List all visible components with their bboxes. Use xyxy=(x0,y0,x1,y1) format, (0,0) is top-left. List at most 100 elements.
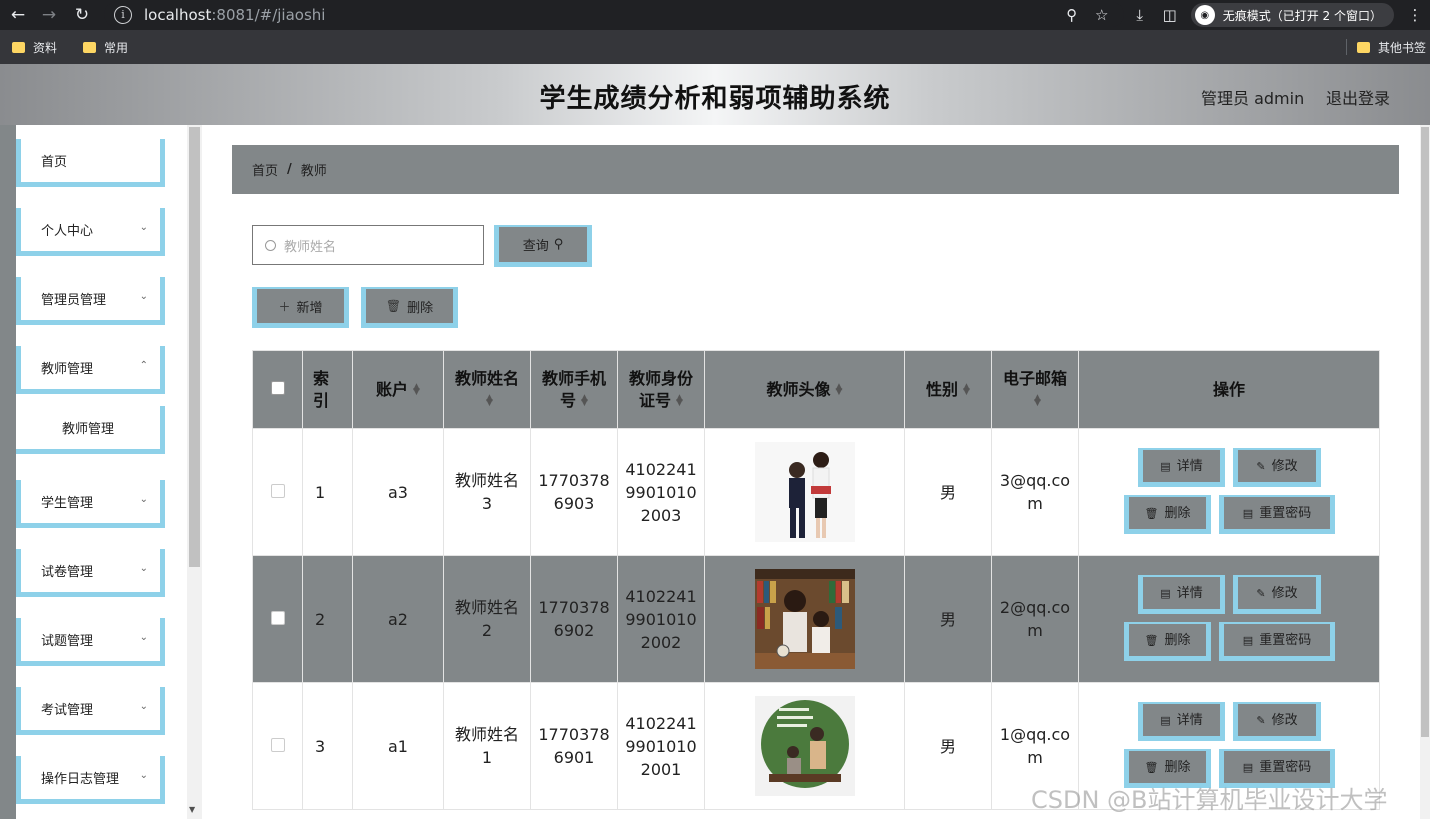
sort-icon[interactable]: ▲ ▼ xyxy=(413,383,420,397)
cell-phone: 17703786903 xyxy=(530,428,618,556)
teacher-avatar-image xyxy=(754,569,855,669)
search-input[interactable]: 教师姓名 xyxy=(252,225,484,265)
sort-icon[interactable]: ▲ ▼ xyxy=(1034,394,1041,408)
row-checkbox[interactable] xyxy=(270,483,285,498)
app-header: 学生成绩分析和弱项辅助系统 管理员 admin 退出登录 xyxy=(0,64,1430,125)
teacher-table: 索引 账户 ▲ ▼ 教师姓名 ▲ ▼ 教师手机号 ▲ ▼ 教师身份证号 ▲ ▼ 教师头像 ▲ ▼ 性… xyxy=(252,350,1380,810)
col-idcard[interactable]: 教师身份证号 ▲ ▼ xyxy=(617,350,705,429)
col-actions: 操作 xyxy=(1078,350,1380,429)
col-account[interactable]: 账户 ▲ ▼ xyxy=(352,350,444,429)
sidebar-item-home[interactable]: 首页 xyxy=(16,139,165,187)
detail-button[interactable]: ▤ 详情 xyxy=(1138,448,1225,487)
sidebar-item-students[interactable]: 学生管理 ⌄ xyxy=(16,480,165,528)
edit-button[interactable]: ✎ 修改 xyxy=(1233,575,1321,614)
breadcrumb-home[interactable]: 首页 xyxy=(252,160,278,179)
sort-icon[interactable]: ▲ ▼ xyxy=(836,383,843,397)
select-all-checkbox[interactable] xyxy=(270,380,285,395)
folder-icon xyxy=(12,41,25,53)
back-icon[interactable]: ← xyxy=(3,0,33,30)
detail-button[interactable]: ▤ 详情 xyxy=(1138,575,1225,614)
other-bookmarks[interactable]: 其他书签 xyxy=(1356,39,1426,56)
download-icon[interactable]: ⤓ xyxy=(1125,0,1155,30)
forward-icon[interactable]: → xyxy=(34,0,64,30)
select-all[interactable] xyxy=(252,350,303,429)
reset-password-button[interactable]: ▤ 重置密码 xyxy=(1219,495,1335,534)
table-header: 索引 账户 ▲ ▼ 教师姓名 ▲ ▼ 教师手机号 ▲ ▼ 教师身份证号 ▲ ▼ 教师头像 ▲ ▼ 性… xyxy=(252,350,1380,429)
row-select[interactable] xyxy=(252,555,303,683)
incognito-icon: ◉ xyxy=(1194,5,1215,25)
sort-icon[interactable]: ▲ ▼ xyxy=(581,394,588,408)
scroll-down-icon[interactable]: ▼ xyxy=(189,805,195,814)
chevron-down-icon: ⌄ xyxy=(139,701,148,712)
document-icon: ▤ xyxy=(1160,459,1171,473)
folder-icon xyxy=(83,41,97,53)
row-checkbox[interactable] xyxy=(270,610,285,625)
sidepanel-icon[interactable]: ◫ xyxy=(1155,0,1185,30)
sidebar-item-exams[interactable]: 考试管理 ⌄ xyxy=(16,687,165,735)
logout-link[interactable]: 退出登录 xyxy=(1326,85,1390,109)
row-select[interactable] xyxy=(252,682,303,810)
add-button[interactable]: ＋新增 xyxy=(252,287,349,328)
document-icon: ▤ xyxy=(1160,586,1171,600)
row-select[interactable] xyxy=(252,428,303,556)
bookmarks-bar: 资料 常用 其他书签 xyxy=(0,30,1430,64)
delete-button[interactable]: 🗑 删除 xyxy=(1124,495,1211,534)
cell-email: 2@qq.com xyxy=(991,555,1079,683)
col-gender[interactable]: 性别 ▲ ▼ xyxy=(904,350,992,429)
sidebar-item-profile[interactable]: 个人中心 ⌄ xyxy=(16,208,165,256)
cell-avatar xyxy=(704,428,905,556)
bookmark-folder[interactable]: 常用 xyxy=(83,39,128,56)
cell-index: 2 xyxy=(302,555,353,683)
menu-icon[interactable]: ⋮ xyxy=(1400,0,1430,30)
bookmark-folder[interactable]: 资料 xyxy=(12,39,57,56)
sidebar-item-questions[interactable]: 试题管理 ⌄ xyxy=(16,618,165,666)
key-icon[interactable]: ⚲ xyxy=(1057,0,1087,30)
cell-idcard: 410224199010102001 xyxy=(617,682,705,810)
sidebar-item-teachers[interactable]: 教师管理 ⌃ xyxy=(16,346,165,394)
address-bar[interactable]: i localhost:8081/#/jiaoshi xyxy=(104,2,1124,27)
cell-idcard: 410224199010102002 xyxy=(617,555,705,683)
cell-email: 3@qq.com xyxy=(991,428,1079,556)
search-icon xyxy=(265,239,276,251)
sort-icon[interactable]: ▲ ▼ xyxy=(676,394,683,408)
page-scroll-thumb[interactable] xyxy=(1421,127,1429,737)
sidebar-subitem-teachers[interactable]: 教师管理 xyxy=(16,406,165,454)
sort-icon[interactable]: ▲ ▼ xyxy=(963,383,970,397)
sidebar-item-papers[interactable]: 试卷管理 ⌄ xyxy=(16,549,165,597)
site-info-icon[interactable]: i xyxy=(114,5,132,24)
batch-delete-button[interactable]: 🗑 删除 xyxy=(361,287,458,328)
watermark: CSDN @B站计算机毕业设计大学 xyxy=(1031,786,1388,814)
delete-button[interactable]: 🗑 删除 xyxy=(1124,622,1211,661)
incognito-label: 无痕模式（已打开 2 个窗口） xyxy=(1222,8,1382,23)
cell-gender: 男 xyxy=(904,555,992,683)
current-user: 管理员 admin xyxy=(1201,89,1305,108)
reload-icon[interactable]: ↻ xyxy=(67,0,97,30)
edit-button[interactable]: ✎ 修改 xyxy=(1233,448,1321,487)
col-email[interactable]: 电子邮箱 ▲ ▼ xyxy=(991,350,1079,429)
folder-icon xyxy=(1356,41,1370,53)
cell-account: a2 xyxy=(352,555,444,683)
col-phone[interactable]: 教师手机号 ▲ ▼ xyxy=(530,350,618,429)
trash-icon: 🗑 xyxy=(1144,506,1159,520)
cell-name: 教师姓名2 xyxy=(443,555,531,683)
col-name[interactable]: 教师姓名 ▲ ▼ xyxy=(443,350,531,429)
sort-icon[interactable]: ▲ ▼ xyxy=(486,394,493,408)
search-button[interactable]: 查询 ⚲ xyxy=(494,225,592,267)
row-checkbox[interactable] xyxy=(270,737,285,752)
cell-actions: ▤ 详情 ✎ 修改 🗑 删除 ▤ 重置密码 xyxy=(1078,428,1380,556)
chevron-up-icon: ⌃ xyxy=(139,360,148,371)
sidebar-item-admins[interactable]: 管理员管理 ⌄ xyxy=(16,277,165,325)
sidebar-item-logs[interactable]: 操作日志管理 ⌄ xyxy=(16,756,165,804)
page-scrollbar[interactable] xyxy=(1420,125,1430,819)
incognito-badge[interactable]: ◉ 无痕模式（已打开 2 个窗口） xyxy=(1190,3,1394,27)
reset-password-button[interactable]: ▤ 重置密码 xyxy=(1219,622,1335,661)
pencil-icon: ✎ xyxy=(1256,586,1266,600)
search-placeholder: 教师姓名 xyxy=(284,239,337,255)
detail-button[interactable]: ▤ 详情 xyxy=(1138,702,1225,741)
divider xyxy=(1345,39,1347,55)
sidebar-scroll-thumb[interactable] xyxy=(189,127,200,567)
col-avatar[interactable]: 教师头像 ▲ ▼ xyxy=(704,350,905,429)
star-icon[interactable]: ☆ xyxy=(1087,0,1117,30)
edit-button[interactable]: ✎ 修改 xyxy=(1233,702,1321,741)
document-icon: ▤ xyxy=(1242,633,1254,647)
